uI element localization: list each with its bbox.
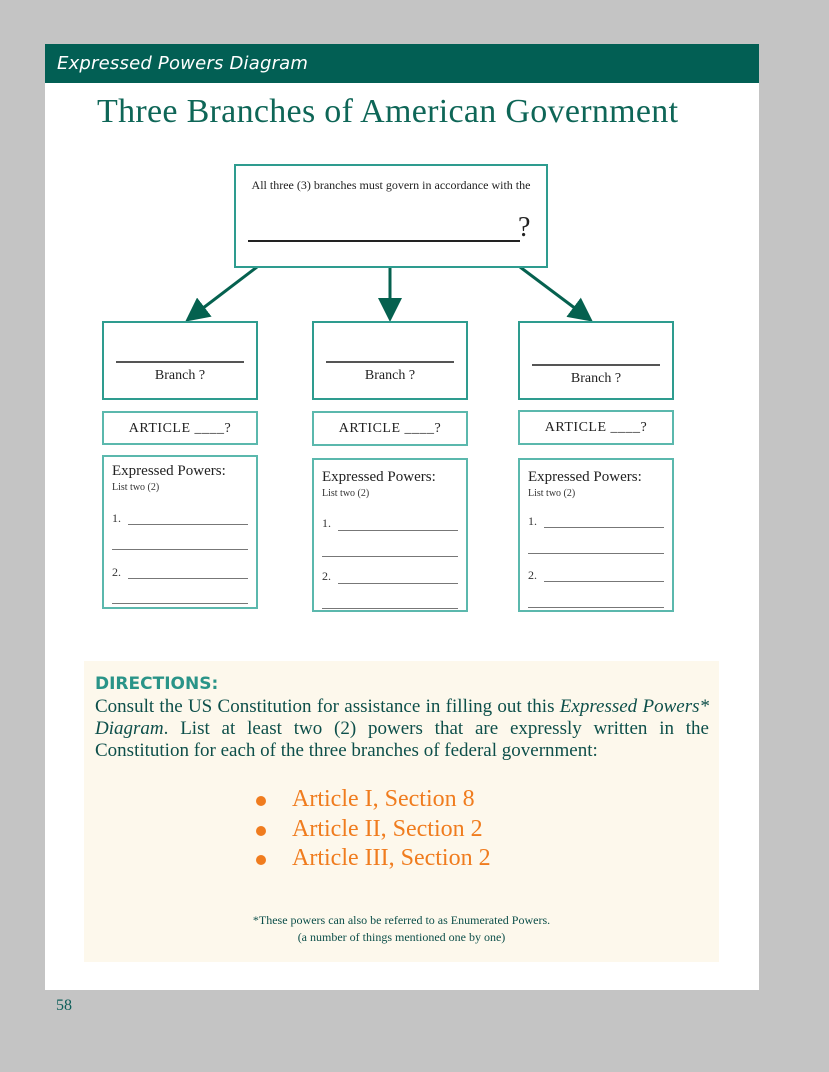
constitution-references-list: Article I, Section 8 Article II, Section…: [256, 785, 491, 874]
branch-box-2: Branch ?: [312, 321, 468, 400]
item-number-1: 1.: [322, 516, 331, 530]
branch-answer-blank[interactable]: [326, 361, 454, 363]
powers-box-2: Expressed Powers: List two (2) 1. 2.: [312, 458, 468, 612]
constitution-question-text: All three (3) branches must govern in ac…: [251, 178, 531, 192]
powers-title: Expressed Powers:: [112, 463, 226, 479]
power-1-blank[interactable]: [544, 527, 664, 528]
answer-blank[interactable]: [248, 240, 520, 242]
power-1-continuation-blank[interactable]: [112, 549, 248, 550]
powers-title: Expressed Powers:: [322, 469, 436, 485]
power-1-continuation-blank[interactable]: [528, 553, 664, 554]
reference-text: Article I, Section 8: [292, 786, 475, 812]
power-1-blank[interactable]: [338, 530, 458, 531]
power-1-blank[interactable]: [128, 524, 248, 525]
footnote: *These powers can also be referred to as…: [84, 912, 719, 946]
branch-box-1: Branch ?: [102, 321, 258, 400]
branch-label: Branch ?: [364, 368, 416, 383]
branch-answer-blank[interactable]: [116, 361, 244, 363]
reference-text: Article III, Section 2: [292, 845, 491, 871]
arrow-left: [185, 265, 258, 322]
bullet-icon: [256, 855, 266, 865]
reference-item: Article I, Section 8: [256, 785, 491, 815]
constitution-question-box: All three (3) branches must govern in ac…: [234, 164, 548, 268]
directions-text-part1: Consult the US Constitution for assistan…: [95, 696, 560, 717]
powers-subtitle: List two (2): [112, 482, 160, 493]
arrow-right: [519, 265, 593, 322]
power-2-continuation-blank[interactable]: [112, 603, 248, 604]
reference-text: Article II, Section 2: [292, 815, 483, 842]
power-2-blank[interactable]: [544, 581, 664, 582]
power-2-blank[interactable]: [128, 578, 248, 579]
article-box-1: ARTICLE ____?: [102, 411, 258, 445]
item-number-2: 2.: [322, 569, 331, 583]
item-number-1: 1.: [528, 514, 537, 528]
power-2-blank[interactable]: [338, 583, 458, 584]
item-number-2: 2.: [112, 565, 121, 579]
bullet-icon: [256, 796, 266, 806]
power-1-continuation-blank[interactable]: [322, 556, 458, 557]
article-box-3: ARTICLE ____?: [518, 410, 674, 445]
page-number: 58: [56, 997, 72, 1014]
article-label[interactable]: ARTICLE ____?: [520, 420, 672, 436]
power-2-continuation-blank[interactable]: [322, 608, 458, 609]
power-2-continuation-blank[interactable]: [528, 607, 664, 608]
branch-label: Branch ?: [154, 368, 206, 383]
question-mark: ?: [518, 212, 531, 243]
powers-title: Expressed Powers:: [528, 469, 642, 485]
powers-box-1: Expressed Powers: List two (2) 1. 2.: [102, 455, 258, 609]
footnote-line-2: (a number of things mentioned one by one…: [297, 930, 506, 944]
reference-item: Article II, Section 2: [256, 815, 491, 845]
branch-box-3: Branch ?: [518, 321, 674, 400]
reference-item: Article III, Section 2: [256, 844, 491, 874]
branch-answer-blank[interactable]: [532, 364, 660, 366]
item-number-1: 1.: [112, 511, 121, 525]
directions-text-part2: . List at least two (2) powers that are …: [95, 718, 709, 761]
directions-heading: DIRECTIONS:: [95, 674, 219, 694]
powers-subtitle: List two (2): [322, 488, 370, 499]
powers-subtitle: List two (2): [528, 488, 576, 499]
directions-text: Consult the US Constitution for assistan…: [95, 696, 709, 762]
bullet-icon: [256, 825, 266, 836]
article-box-2: ARTICLE ____?: [312, 411, 468, 446]
article-label[interactable]: ARTICLE ____?: [104, 421, 256, 437]
footnote-line-1: *These powers can also be referred to as…: [252, 913, 551, 927]
directions-panel: DIRECTIONS: Consult the US Constitution …: [84, 661, 719, 962]
branch-label: Branch ?: [570, 371, 622, 386]
article-label[interactable]: ARTICLE ____?: [314, 421, 466, 437]
powers-box-3: Expressed Powers: List two (2) 1. 2.: [518, 458, 674, 612]
item-number-2: 2.: [528, 568, 537, 582]
